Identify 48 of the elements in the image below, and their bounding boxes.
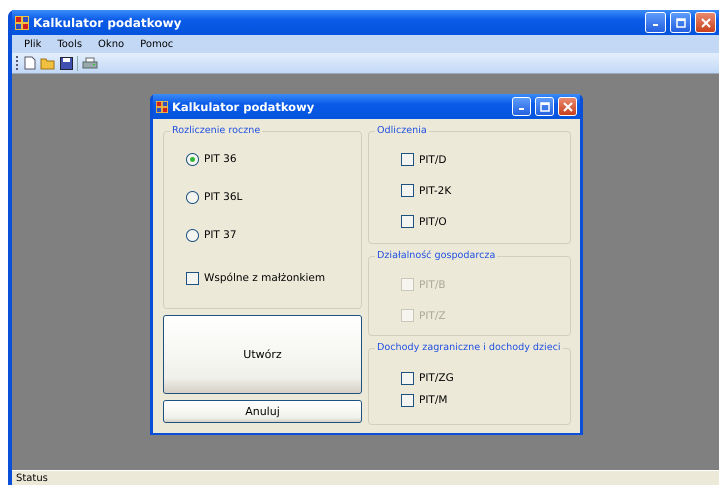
option-label: PIT/B [419,278,446,290]
menu-item[interactable]: Okno [90,38,132,50]
menu-item[interactable]: Plik [16,38,50,50]
option-label: PIT 37 [204,229,237,241]
checkbox[interactable] [401,372,414,384]
checkbox[interactable] [401,215,414,228]
option-label: PIT/D [419,154,446,166]
cancel-button[interactable]: Anuluj [163,400,362,423]
option-label: Wspólne z małżonkiem [204,272,326,284]
group-title: Działalność gospodarcza [375,250,498,261]
option-label: PIT/ZG [419,372,454,384]
minimize-button[interactable] [645,12,666,33]
maximize-icon [676,18,686,28]
close-button[interactable] [558,97,577,116]
radio-button[interactable] [186,228,199,242]
folder-icon[interactable] [40,56,56,70]
printer-icon[interactable] [82,56,98,70]
option-label: PIT 36L [204,191,242,203]
maximize-button[interactable] [670,12,691,33]
option-label: PIT 36 [204,153,237,165]
group-title: Dochody zagraniczne i dochody dzieci [375,342,563,353]
group-title: Rozliczenie roczne [170,125,262,136]
minimize-button[interactable] [512,97,531,116]
checkbox[interactable] [401,153,414,166]
maximize-icon [540,102,550,112]
option-label: PIT/O [419,216,447,228]
app-icon [156,100,168,112]
radio-button[interactable] [186,152,199,166]
new-file-icon[interactable] [24,56,36,70]
checkbox[interactable] [186,272,199,284]
checkbox[interactable] [401,184,414,197]
create-button[interactable]: Utwórz [163,315,362,394]
app-icon [15,16,29,30]
checkbox[interactable] [401,394,414,406]
close-button[interactable] [695,12,716,33]
option-label: PIT/M [419,394,448,406]
option-label: PIT-2K [419,184,452,196]
close-icon [562,102,572,112]
status-text: Status [16,472,48,484]
menu-item[interactable]: Pomoc [132,38,182,50]
window-title: Kalkulator podatkowy [33,16,182,30]
maximize-button[interactable] [535,97,554,116]
dialog-title: Kalkulator podatkowy [172,100,316,114]
menu-item[interactable]: Tools [49,38,90,50]
group-title: Odliczenia [375,125,429,136]
option-label: PIT/Z [419,310,446,322]
close-icon [700,18,710,28]
radio-button[interactable] [186,190,199,204]
